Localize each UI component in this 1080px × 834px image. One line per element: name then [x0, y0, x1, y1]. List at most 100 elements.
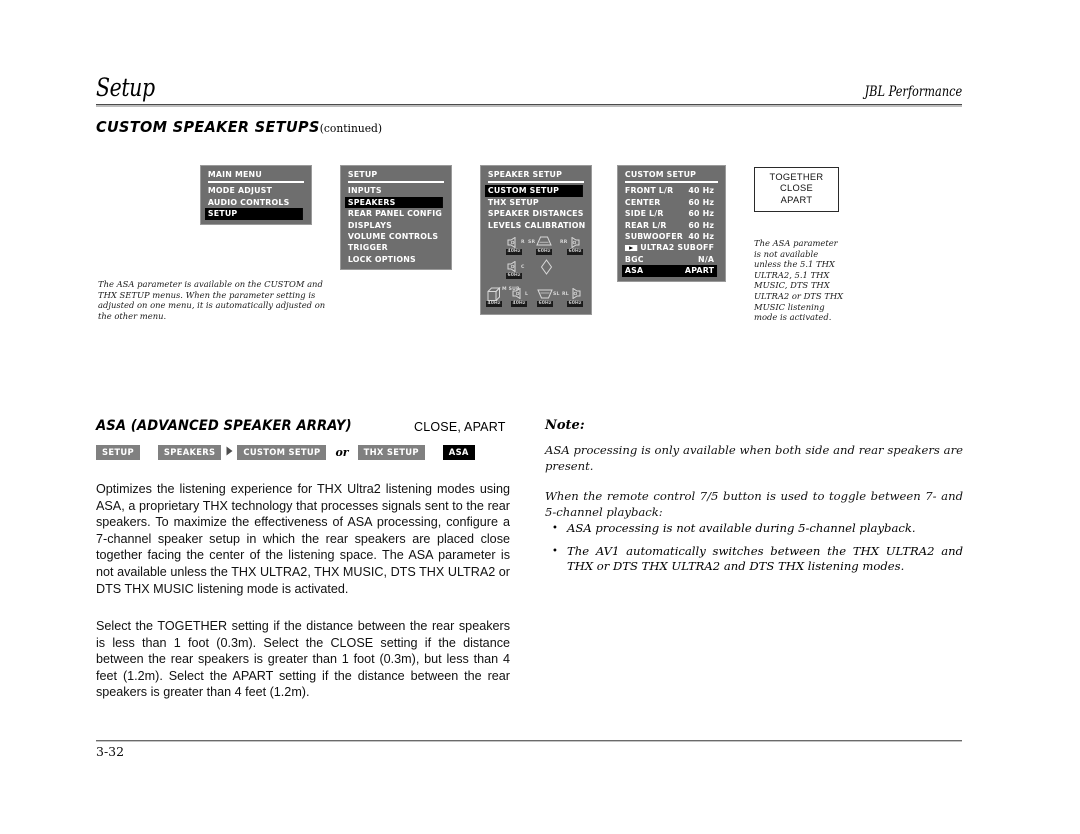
osd-item-custom-setup[interactable]: CUSTOM SETUP: [485, 185, 583, 197]
speaker-layout-diagram: R 40Hz SR 60Hz RR 60Hz C 60Hz M SUB 40Hz…: [485, 235, 587, 319]
speaker-trapezoid-icon: [536, 236, 552, 246]
speaker-label-rear-right: RR: [560, 239, 568, 245]
osd-title-rule: [488, 181, 584, 184]
osd-row-center-label: CENTER: [624, 196, 661, 207]
osd-title: SPEAKER SETUP: [487, 169, 563, 179]
osd-row-rear-lr-value: 60 Hz: [688, 219, 715, 230]
osd-row-bgc[interactable]: BGC N/A: [622, 254, 717, 265]
speaker-label-side-left: SL: [553, 291, 560, 297]
osd-row-center[interactable]: CENTER 60 Hz: [622, 197, 717, 208]
osd-setup-menu: SETUP INPUTS SPEAKERS REAR PANEL CONFIG …: [340, 165, 452, 271]
osd-row-side-lr-value: 60 Hz: [688, 208, 715, 219]
speaker-icon-right: [507, 236, 520, 248]
osd-row-subwoofer-value: 40 Hz: [688, 230, 715, 241]
speaker-icon-subwoofer: [487, 286, 502, 302]
osd-row-front-lr-label: FRONT L/R: [624, 185, 674, 196]
subwoofer-cube-icon: [487, 286, 501, 301]
section-heading: CUSTOM SPEAKER SETUPS(continued): [96, 118, 382, 136]
osd-item-volume-controls[interactable]: VOLUME CONTROLS: [345, 231, 443, 242]
speaker-icon-side-left: [537, 289, 553, 299]
speaker-freq-side-left: 60Hz: [537, 300, 553, 308]
osd-title-rule: [208, 181, 304, 184]
caption-left: The ASA parameter is available on the CU…: [98, 279, 326, 321]
osd-row-side-lr-label: SIDE L/R: [624, 208, 664, 219]
asa-paragraph-1: Optimizes the listening experience for T…: [96, 482, 510, 596]
osd-item-lock-options[interactable]: LOCK OPTIONS: [345, 254, 443, 265]
note-paragraph-2: When the remote control 7/5 button is us…: [545, 489, 963, 519]
play-arrow-icon: [624, 245, 638, 252]
brand-label: JBL Performance: [864, 84, 962, 100]
speaker-freq-right: 40Hz: [506, 248, 522, 256]
osd-row-asa-label: ASA: [624, 265, 644, 276]
chevron-right-glyph: [226, 446, 233, 455]
osd-row-front-lr-value: 40 Hz: [688, 185, 715, 196]
osd-item-trigger[interactable]: TRIGGER: [345, 242, 443, 253]
asa-option-close: CLOSE: [779, 183, 814, 194]
speaker-icon-left: [512, 287, 525, 299]
breadcrumb-chip-thx-setup[interactable]: THX SETUP: [357, 444, 425, 460]
asa-option-together: TOGETHER: [769, 172, 824, 182]
osd-main-menu: MAIN MENU MODE ADJUST AUDIO CONTROLS SET…: [200, 165, 312, 225]
osd-item-rear-panel-config[interactable]: REAR PANEL CONFIG: [345, 208, 443, 219]
osd-title-rule: [348, 181, 444, 184]
speaker-label-left: L: [525, 291, 529, 297]
header-divider: [96, 104, 962, 107]
osd-row-rear-lr-label: REAR L/R: [624, 219, 667, 230]
asa-heading: ASA (ADVANCED SPEAKER ARRAY): [96, 418, 352, 434]
osd-row-side-lr[interactable]: SIDE L/R 60 Hz: [622, 208, 717, 219]
osd-speaker-setup-menu: SPEAKER SETUP CUSTOM SETUP THX SETUP SPE…: [480, 165, 592, 315]
osd-item-audio-controls[interactable]: AUDIO CONTROLS: [205, 197, 303, 208]
osd-item-speaker-distances[interactable]: SPEAKER DISTANCES: [485, 208, 584, 219]
section-continued-label: (continued): [319, 121, 383, 135]
speaker-freq-rear-left: 60Hz: [567, 300, 583, 308]
breadcrumb-chip-custom-setup[interactable]: CUSTOM SETUP: [237, 444, 327, 460]
osd-row-asa[interactable]: ASA APART: [622, 265, 718, 277]
osd-row-subwoofer-label: SUBWOOFER: [624, 230, 684, 241]
asa-setting-values: CLOSE, APART: [414, 420, 506, 434]
osd-row-ultra2-sub-left: ULTRA2 SUB: [624, 242, 696, 253]
osd-item-displays[interactable]: DISPLAYS: [345, 220, 443, 231]
breadcrumb-or-label: or: [335, 445, 349, 459]
speaker-icon-rear-left: [570, 287, 583, 299]
speaker-trapezoid-icon: [537, 289, 553, 299]
osd-title: SETUP: [347, 169, 378, 179]
manual-page: Setup JBL Performance CUSTOM SPEAKER SET…: [0, 0, 1080, 834]
listener-position-icon: [540, 259, 553, 275]
osd-row-center-value: 60 Hz: [688, 196, 715, 207]
page-number: 3-32: [96, 744, 125, 759]
breadcrumb-chip-asa[interactable]: ASA: [442, 444, 475, 460]
osd-item-setup[interactable]: SETUP: [205, 208, 303, 220]
page-title: Setup: [96, 73, 155, 102]
osd-row-asa-value: APART: [684, 265, 715, 276]
osd-item-thx-setup[interactable]: THX SETUP: [485, 197, 583, 208]
osd-item-inputs[interactable]: INPUTS: [345, 185, 443, 196]
speaker-icon-rear-right: [569, 236, 582, 248]
osd-row-ultra2-sub-value: OFF: [696, 242, 715, 253]
section-heading-text: CUSTOM SPEAKER SETUPS: [96, 118, 320, 136]
speaker-freq-center: 60Hz: [506, 272, 522, 280]
speaker-freq-rear-right: 60Hz: [567, 248, 583, 256]
osd-title: MAIN MENU: [207, 169, 262, 179]
footer-divider: [96, 740, 962, 742]
speaker-label-center: C: [521, 264, 525, 270]
asa-paragraph-2: Select the TOGETHER setting if the dista…: [96, 619, 510, 700]
osd-item-speakers[interactable]: SPEAKERS: [345, 196, 443, 209]
osd-row-ultra2-sub[interactable]: ULTRA2 SUB OFF: [622, 242, 717, 253]
osd-row-rear-lr[interactable]: REAR L/R 60 Hz: [622, 220, 717, 231]
speaker-freq-left: 40Hz: [511, 300, 527, 308]
osd-item-mode-adjust[interactable]: MODE ADJUST: [205, 185, 303, 196]
breadcrumb: SETUP SPEAKERS CUSTOM SETUP or THX SETUP…: [96, 444, 475, 460]
diamond-icon: [540, 259, 553, 275]
osd-item-levels-calibration[interactable]: LEVELS CALIBRATION: [485, 220, 585, 231]
osd-row-bgc-value: N/A: [698, 253, 715, 264]
note-paragraph-1: ASA processing is only available when bo…: [545, 443, 963, 473]
osd-row-subwoofer[interactable]: SUBWOOFER 40 Hz: [622, 231, 717, 242]
osd-row-front-lr[interactable]: FRONT L/R 40 Hz: [622, 185, 717, 196]
chevron-right-icon: [221, 446, 237, 459]
speaker-cone-icon: [572, 287, 581, 299]
note-bullet-item: ASA processing is not available during 5…: [552, 521, 963, 537]
breadcrumb-chip-speakers[interactable]: SPEAKERS: [157, 444, 222, 460]
speaker-label-surround: SR: [528, 239, 536, 245]
note-label: Note:: [545, 418, 585, 433]
breadcrumb-chip-setup[interactable]: SETUP: [96, 444, 140, 460]
